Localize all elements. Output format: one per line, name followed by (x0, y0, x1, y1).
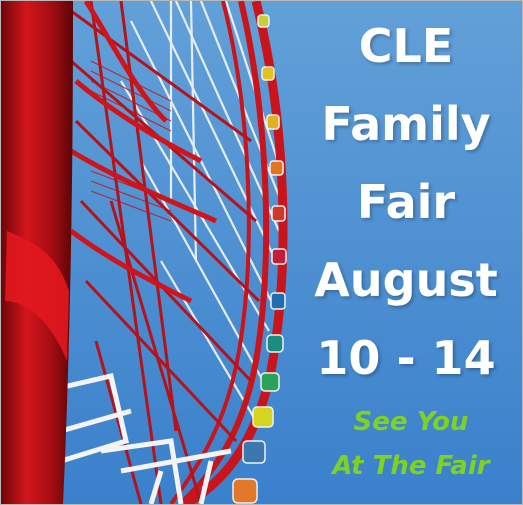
headline-line-3: Fair (356, 175, 456, 229)
headline-line-1: CLE (358, 19, 454, 73)
headline-line-5: 10 - 14 (316, 331, 496, 385)
headline-line-2: Family (321, 97, 491, 151)
tagline-line-2: At The Fair (332, 451, 490, 481)
fair-poster: CLE Family Fair August 10 - 14 See You A… (0, 0, 523, 505)
headline-line-4: August (314, 253, 498, 307)
tagline-line-1: See You (353, 407, 469, 437)
